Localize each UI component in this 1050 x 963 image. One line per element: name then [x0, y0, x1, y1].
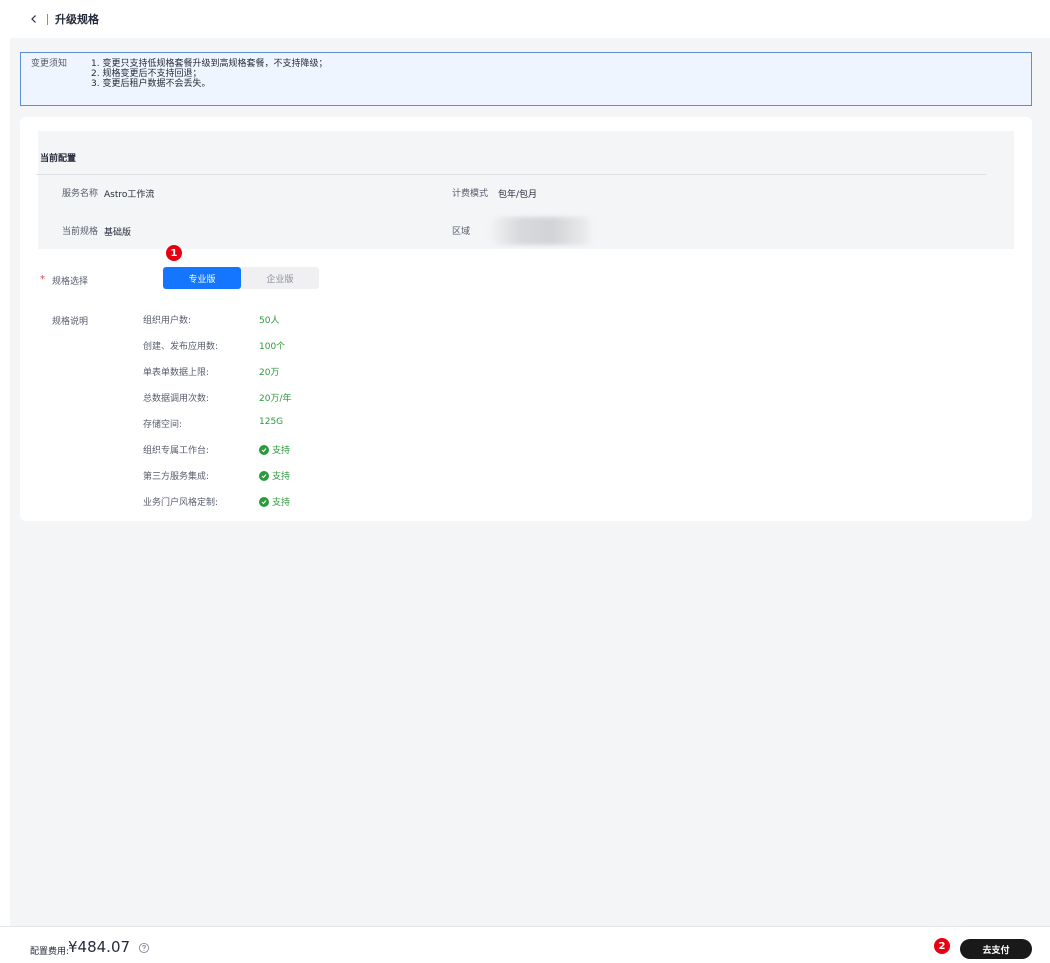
page-header: 升级规格	[0, 0, 1050, 38]
help-circle-icon[interactable]	[138, 942, 150, 954]
spec-item-value: 100个	[259, 342, 286, 352]
check-circle-icon	[259, 470, 269, 481]
spec-support-text: 支持	[272, 498, 291, 508]
spec-item-key: 组织用户数:	[143, 316, 192, 326]
fee-label: 配置费用:	[30, 947, 70, 957]
notice-list: 1. 变更只支持低规格套餐升级到高规格套餐，不支持降级； 2. 规格变更后不支持…	[91, 59, 327, 99]
spec-select-row: * 规格选择 专业版 企业版	[40, 267, 640, 291]
spec-item: 创建、发布应用数: 100个	[143, 339, 543, 365]
billing-mode-value: 包年/包月	[498, 190, 538, 200]
step-badge-2: 2	[934, 938, 950, 954]
spec-item-key: 总数据调用次数:	[143, 394, 210, 404]
spec-item: 组织专属工作台: 支持	[143, 443, 543, 469]
spec-item-value: 支持	[259, 495, 290, 508]
service-name-value: Astro工作流	[104, 190, 155, 200]
check-circle-icon	[259, 444, 269, 455]
spec-item-key: 业务门户风格定制:	[143, 498, 219, 508]
spec-item: 业务门户风格定制: 支持	[143, 495, 543, 521]
region-value-redacted	[488, 217, 594, 245]
spec-item-key: 第三方服务集成:	[143, 472, 210, 482]
required-mark: *	[40, 274, 45, 285]
header-divider	[47, 13, 48, 25]
current-spec-value: 基础版	[104, 228, 132, 238]
spec-item-value: 20万/年	[259, 394, 292, 404]
spec-item: 第三方服务集成: 支持	[143, 469, 543, 495]
check-circle-icon	[259, 496, 269, 507]
notice-label: 变更须知	[31, 59, 68, 69]
spec-desc-list: 组织用户数: 50人 创建、发布应用数: 100个 单表单数据上限: 20万 总…	[143, 313, 543, 521]
spec-item: 组织用户数: 50人	[143, 313, 543, 339]
spec-segmented-control: 专业版 企业版	[163, 267, 319, 289]
region-label: 区域	[452, 227, 471, 237]
spec-item-value: 支持	[259, 443, 290, 456]
spec-item-key: 存储空间:	[143, 420, 183, 430]
spec-item-value: 125G	[259, 417, 284, 427]
spec-option-professional[interactable]: 专业版	[163, 267, 241, 289]
spec-support-text: 支持	[272, 446, 291, 456]
spec-item-value: 20万	[259, 368, 280, 378]
current-config-title: 当前配置	[40, 154, 77, 164]
notice-item: 3. 变更后租户数据不会丢失。	[91, 79, 211, 89]
spec-item-key: 组织专属工作台:	[143, 446, 210, 456]
spec-item-key: 创建、发布应用数:	[143, 342, 219, 352]
spec-desc-label: 规格说明	[52, 317, 89, 327]
notice-item: 1. 变更只支持低规格套餐升级到高规格套餐，不支持降级；	[91, 59, 328, 69]
fee-value: ¥484.07	[68, 938, 131, 956]
change-notice: 变更须知 1. 变更只支持低规格套餐升级到高规格套餐，不支持降级； 2. 规格变…	[20, 52, 1032, 106]
spec-item: 总数据调用次数: 20万/年	[143, 391, 543, 417]
service-name-label: 服务名称	[62, 189, 99, 199]
page-title: 升级规格	[55, 13, 99, 26]
spec-item-value: 50人	[259, 316, 280, 326]
checkout-footer: 配置费用: ¥484.07 2 去支付	[0, 926, 1050, 963]
billing-mode-label: 计费模式	[452, 189, 489, 199]
spec-select-label: 规格选择	[52, 277, 89, 287]
config-divider	[36, 174, 986, 175]
spec-support-text: 支持	[272, 472, 291, 482]
notice-item: 2. 规格变更后不支持回退；	[91, 69, 202, 79]
spec-item: 单表单数据上限: 20万	[143, 365, 543, 391]
step-badge-1: 1	[166, 245, 182, 261]
spec-card: 当前配置 服务名称 Astro工作流 计费模式 包年/包月 当前规格 基础版 区…	[20, 117, 1032, 521]
spec-option-enterprise[interactable]: 企业版	[241, 267, 319, 289]
current-spec-label: 当前规格	[62, 227, 99, 237]
pay-button[interactable]: 去支付	[960, 939, 1032, 959]
spec-item-key: 单表单数据上限:	[143, 368, 210, 378]
spec-item: 存储空间: 125G	[143, 417, 543, 443]
spec-item-value: 支持	[259, 469, 290, 482]
back-icon[interactable]	[27, 12, 41, 26]
